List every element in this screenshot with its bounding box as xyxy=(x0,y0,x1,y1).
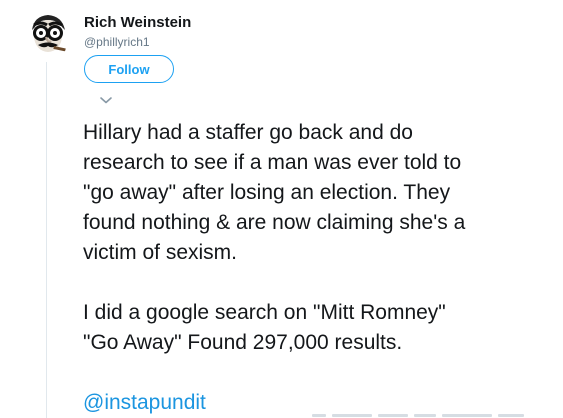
tweet-line: I did a google search on "Mitt Romney" xyxy=(83,301,446,324)
avatar-glasses-icon xyxy=(24,10,72,58)
tweet-line: victim of sexism. xyxy=(83,241,238,264)
tweet-line: "Go Away" Found 297,000 results. xyxy=(83,331,403,354)
thread-line xyxy=(46,62,47,418)
tweet-embed: Rich Weinstein @phillyrich1 Follow Hilla… xyxy=(0,0,563,418)
tweet-line: found nothing & are now claiming she's a xyxy=(83,211,466,234)
avatar[interactable] xyxy=(24,10,72,58)
tweet-line: research to see if a man was ever told t… xyxy=(83,151,462,174)
chevron-down-icon[interactable] xyxy=(99,95,113,105)
cut-off-timestamp xyxy=(312,412,534,418)
author-display-name[interactable]: Rich Weinstein xyxy=(84,14,191,32)
follow-button[interactable]: Follow xyxy=(84,55,174,83)
tweet-line: "go away" after losing an election. They xyxy=(83,181,451,204)
tweet-text: Hillary had a staffer go back and do res… xyxy=(83,118,553,418)
author-screen-name[interactable]: @phillyrich1 xyxy=(84,35,150,49)
mention-link[interactable]: @instapundit xyxy=(83,391,206,414)
tweet-line: Hillary had a staffer go back and do xyxy=(83,121,413,144)
